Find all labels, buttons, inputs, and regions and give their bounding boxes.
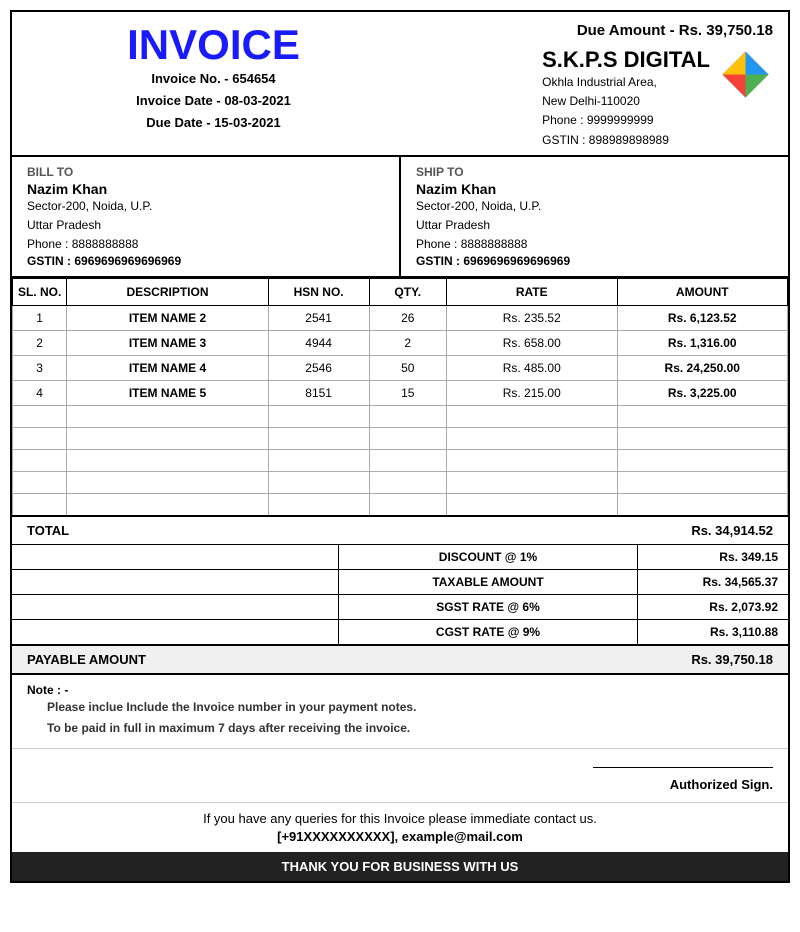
table-row: 2 ITEM NAME 3 4944 2 Rs. 658.00 Rs. 1,31… (13, 331, 788, 356)
invoice-container: INVOICE Invoice No. - 654654 Invoice Dat… (10, 10, 790, 883)
company-text: S.K.P.S DIGITAL Okhla Industrial Area, N… (542, 47, 710, 150)
ship-to: SHIP TO Nazim Khan Sector-200, Noida, U.… (401, 157, 788, 277)
company-info: S.K.P.S DIGITAL Okhla Industrial Area, N… (400, 47, 773, 150)
col-amount: AMOUNT (617, 279, 788, 306)
company-logo (718, 47, 773, 102)
discount-value: Rs. 349.15 (638, 545, 788, 569)
summary-section: DISCOUNT @ 1% Rs. 349.15 TAXABLE AMOUNT … (12, 545, 788, 646)
table-row: 4 ITEM NAME 5 8151 15 Rs. 215.00 Rs. 3,2… (13, 381, 788, 406)
col-sl: SL. NO. (13, 279, 67, 306)
header-right: Due Amount - Rs. 39,750.18 S.K.P.S DIGIT… (400, 22, 773, 150)
company-details: Okhla Industrial Area, New Delhi-110020 … (542, 73, 710, 150)
signature-line (593, 767, 773, 768)
payable-row: PAYABLE AMOUNT Rs. 39,750.18 (12, 646, 788, 675)
discount-row: DISCOUNT @ 1% Rs. 349.15 (12, 545, 788, 570)
bill-to: BILL TO Nazim Khan Sector-200, Noida, U.… (12, 157, 401, 277)
sgst-label: SGST RATE @ 6% (338, 595, 638, 619)
header-left: INVOICE Invoice No. - 654654 Invoice Dat… (27, 22, 400, 134)
cgst-label: CGST RATE @ 9% (338, 620, 638, 644)
table-row: 3 ITEM NAME 4 2546 50 Rs. 485.00 Rs. 24,… (13, 356, 788, 381)
payable-value: Rs. 39,750.18 (691, 652, 773, 667)
notes-section: Note : - Please inclue Include the Invoi… (12, 675, 788, 749)
invoice-no-line: Invoice No. - 654654 (27, 68, 400, 90)
table-row: 1 ITEM NAME 2 2541 26 Rs. 235.52 Rs. 6,1… (13, 306, 788, 331)
col-desc: DESCRIPTION (67, 279, 269, 306)
col-qty: QTY. (369, 279, 447, 306)
footer-bar: THANK YOU FOR BUSINESS WITH US (12, 852, 788, 881)
contact-line1: If you have any queries for this Invoice… (27, 811, 773, 826)
table-header-row: SL. NO. DESCRIPTION HSN NO. QTY. RATE AM… (13, 279, 788, 306)
table-empty-row (13, 450, 788, 472)
table-empty-row (13, 472, 788, 494)
col-hsn: HSN NO. (268, 279, 369, 306)
company-name: S.K.P.S DIGITAL (542, 47, 710, 73)
cgst-row: CGST RATE @ 9% Rs. 3,110.88 (12, 620, 788, 644)
footer-text: THANK YOU FOR BUSINESS WITH US (282, 859, 519, 874)
signature-section: Authorized Sign. (12, 749, 788, 803)
total-row: TOTAL Rs. 34,914.52 (12, 517, 788, 545)
due-date-line: Due Date - 15-03-2021 (27, 112, 400, 134)
signature-label: Authorized Sign. (27, 777, 773, 792)
discount-label: DISCOUNT @ 1% (338, 545, 638, 569)
contact-line2: [+91XXXXXXXXXX], example@mail.com (27, 829, 773, 844)
cgst-value: Rs. 3,110.88 (638, 620, 788, 644)
table-empty-row (13, 428, 788, 450)
header-section: INVOICE Invoice No. - 654654 Invoice Dat… (12, 12, 788, 157)
contact-section: If you have any queries for this Invoice… (12, 803, 788, 852)
table-empty-row (13, 494, 788, 516)
taxable-value: Rs. 34,565.37 (638, 570, 788, 594)
items-table: SL. NO. DESCRIPTION HSN NO. QTY. RATE AM… (12, 278, 788, 517)
invoice-date-line: Invoice Date - 08-03-2021 (27, 90, 400, 112)
col-rate: RATE (447, 279, 618, 306)
due-amount-line: Due Amount - Rs. 39,750.18 (400, 22, 773, 39)
invoice-meta: Invoice No. - 654654 Invoice Date - 08-0… (27, 68, 400, 134)
sgst-value: Rs. 2,073.92 (638, 595, 788, 619)
taxable-label: TAXABLE AMOUNT (338, 570, 638, 594)
taxable-row: TAXABLE AMOUNT Rs. 34,565.37 (12, 570, 788, 595)
invoice-title: INVOICE (27, 22, 400, 68)
sgst-row: SGST RATE @ 6% Rs. 2,073.92 (12, 595, 788, 620)
total-value: Rs. 34,914.52 (691, 523, 773, 538)
bill-ship-section: BILL TO Nazim Khan Sector-200, Noida, U.… (12, 157, 788, 279)
table-empty-row (13, 406, 788, 428)
total-label: TOTAL (27, 523, 69, 538)
payable-label: PAYABLE AMOUNT (27, 652, 146, 667)
